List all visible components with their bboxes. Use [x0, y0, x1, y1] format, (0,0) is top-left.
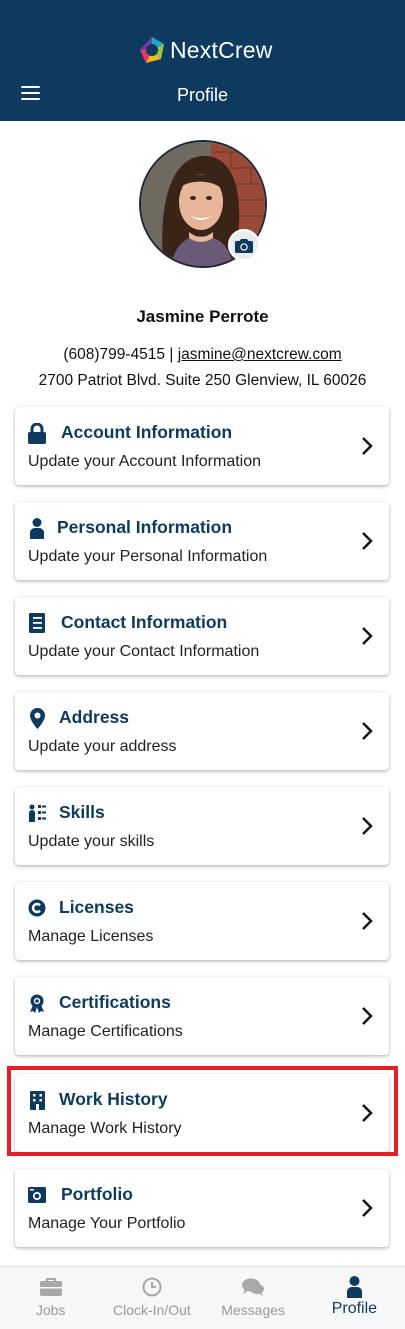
email-link[interactable]: jasmine@nextcrew.com [178, 346, 342, 363]
chevron-right-icon [362, 627, 373, 645]
chevron-right-icon [362, 1007, 373, 1025]
card-title: Certifications [59, 992, 171, 1012]
user-address: 2700 Patriot Blvd. Suite 250 Glenview, I… [38, 372, 367, 389]
user-icon [346, 1276, 362, 1298]
nextcrew-logo: NextCrew [137, 33, 273, 67]
person-icon [27, 517, 47, 539]
nav-label: Clock-In/Out [112, 1302, 191, 1318]
chevron-right-icon [362, 1199, 373, 1217]
user-name: Jasmine Perrote [136, 307, 269, 326]
menu-card-personal-information[interactable]: Personal Information Update your Persona… [15, 502, 389, 580]
menu-card-certifications[interactable]: Certifications Manage Certifications [15, 977, 389, 1055]
profile-avatar-container [139, 140, 267, 268]
card-title: Licenses [59, 897, 134, 917]
nav-profile[interactable]: Profile [304, 1267, 405, 1329]
card-title: Portfolio [61, 1184, 133, 1204]
chat-icon [242, 1276, 265, 1298]
clock-icon [142, 1276, 162, 1298]
nextcrew-logo-icon [140, 37, 164, 63]
award-icon [27, 992, 47, 1014]
menu-card-account-information[interactable]: Account Information Update your Account … [15, 407, 389, 485]
card-subtitle: Update your Account Information [28, 453, 262, 470]
bottom-navigation: Jobs Clock-In/Out Messages Profile [0, 1266, 405, 1329]
card-title: Account Information [61, 422, 233, 442]
copyright-icon [27, 897, 47, 919]
lock-icon [27, 422, 47, 444]
card-subtitle: Update your Personal Information [28, 548, 268, 565]
brand-name: NextCrew [170, 36, 273, 63]
change-photo-button[interactable] [228, 229, 260, 261]
contact-separator: | [169, 346, 174, 363]
card-title: Skills [59, 802, 105, 822]
menu-card-licenses[interactable]: Licenses Manage Licenses [15, 882, 389, 960]
contact-line: (608)799-4515 | jasmine@nextcrew.com [0, 346, 405, 364]
card-subtitle: Update your skills [28, 833, 155, 850]
nav-messages[interactable]: Messages [203, 1267, 304, 1329]
nav-label: Jobs [35, 1302, 66, 1318]
card-subtitle: Update your address [28, 738, 177, 755]
phone-number[interactable]: (608)799-4515 [63, 346, 165, 363]
card-title: Address [59, 707, 130, 727]
card-title: Contact Information [61, 612, 228, 632]
nav-clock-in-out[interactable]: Clock-In/Out [101, 1267, 202, 1329]
card-subtitle: Manage Your Portfolio [28, 1215, 186, 1232]
nav-label: Messages [221, 1302, 286, 1318]
chevron-right-icon [362, 437, 373, 455]
skills-icon [27, 802, 47, 824]
briefcase-icon [39, 1276, 62, 1298]
nav-jobs[interactable]: Jobs [0, 1267, 101, 1329]
menu-card-contact-information[interactable]: Contact Information Update your Contact … [15, 597, 389, 675]
photo-icon [27, 1184, 47, 1206]
map-pin-icon [27, 707, 47, 729]
page-title: Profile [176, 85, 229, 105]
menu-card-skills[interactable]: Skills Update your skills [15, 787, 389, 865]
camera-icon [235, 238, 253, 253]
app-header: NextCrew Profile [0, 0, 405, 121]
nav-label: Profile [331, 1300, 378, 1317]
highlight-box [7, 1066, 398, 1156]
card-title: Personal Information [57, 517, 233, 537]
chevron-right-icon [362, 722, 373, 740]
card-subtitle: Update your Contact Information [28, 643, 260, 660]
card-subtitle: Manage Certifications [28, 1023, 183, 1040]
menu-card-address[interactable]: Address Update your address [15, 692, 389, 770]
card-subtitle: Manage Licenses [28, 928, 154, 945]
menu-card-portfolio[interactable]: Portfolio Manage Your Portfolio [15, 1169, 389, 1247]
address-book-icon [27, 612, 47, 634]
chevron-right-icon [362, 532, 373, 550]
chevron-right-icon [362, 817, 373, 835]
chevron-right-icon [362, 912, 373, 930]
